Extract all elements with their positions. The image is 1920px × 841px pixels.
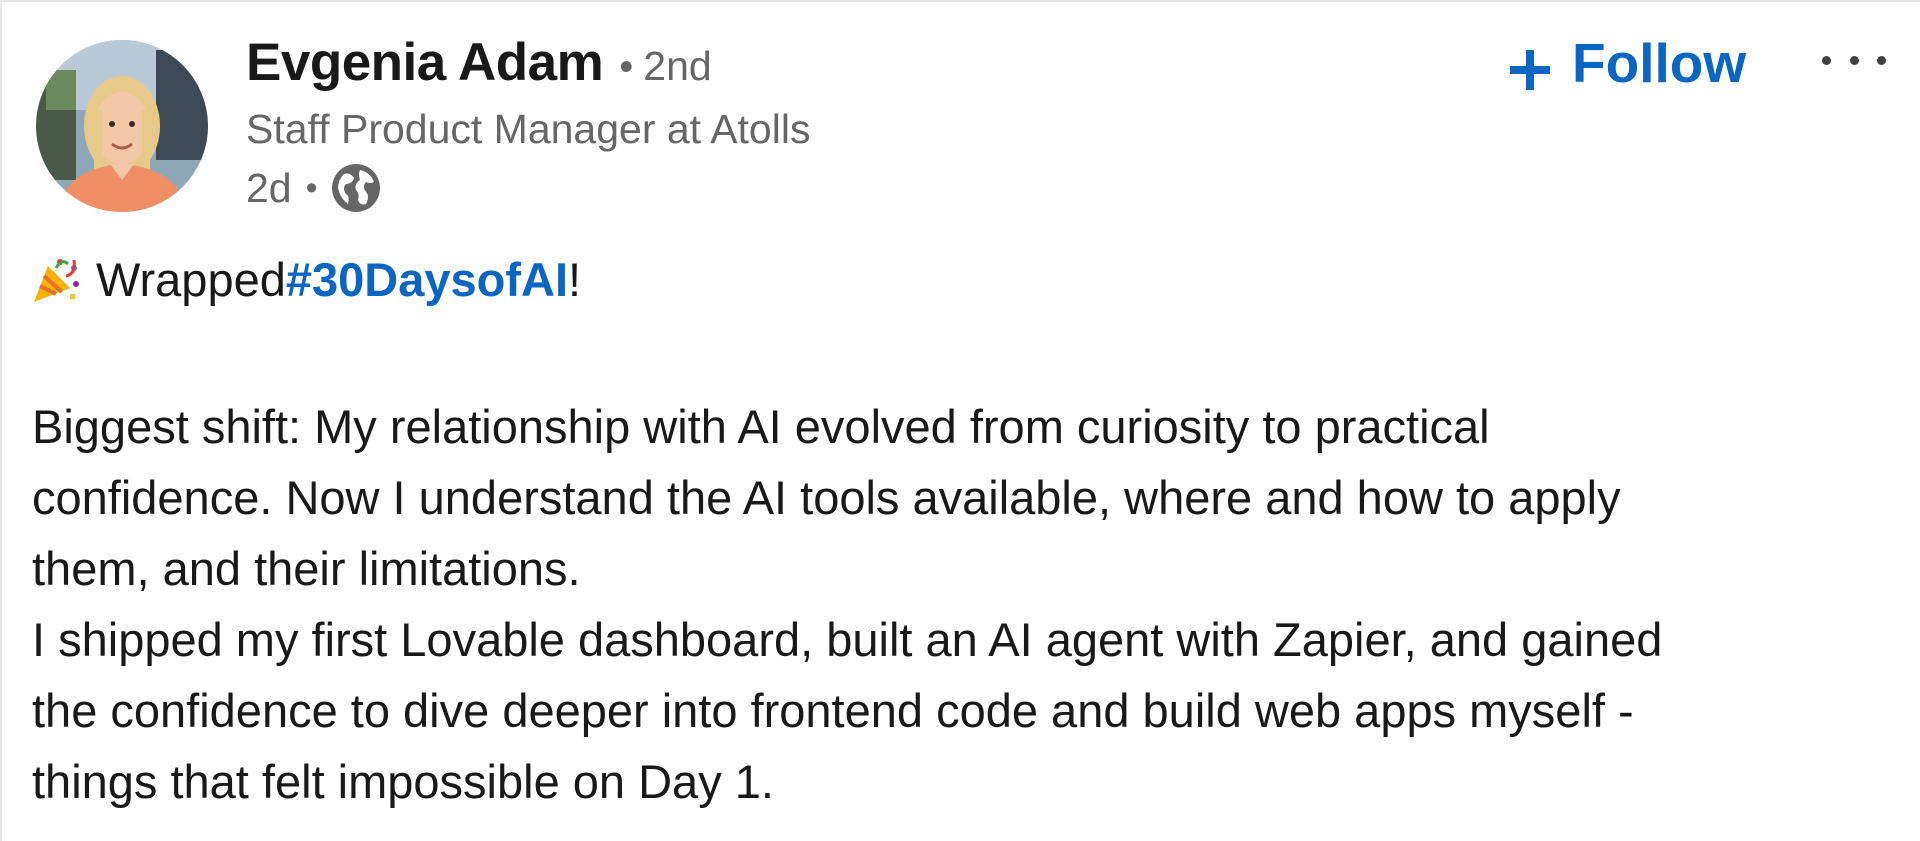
post-line: I shipped my first Lovable dashboard, bu… [32,613,1663,666]
separator-dot: • [305,168,318,207]
post-line: things that felt impossible on Day 1. [32,755,774,808]
follow-button[interactable]: Follow [1508,28,1746,98]
author-name[interactable]: Evgenia Adam [246,32,604,93]
globe-icon [330,162,382,214]
intro-suffix: ! [568,253,582,306]
author-headline: Staff Product Manager at Atolls [246,106,811,152]
feed-post: Evgenia Adam • 2nd Staff Product Manager… [0,0,1920,841]
profile-photo [36,40,208,212]
post-line: them, and their limitations. [32,542,581,595]
plus-icon [1508,41,1552,90]
post-meta: 2d • [246,162,382,214]
post-intro-line: Wrapped #30DaysofAI ! [30,252,581,307]
post-age[interactable]: 2d [246,165,292,212]
follow-label: Follow [1572,32,1747,94]
post-body: Biggest shift: My relationship with AI e… [32,391,1892,817]
post-line: confidence. Now I understand the AI tool… [32,471,1621,524]
separator-dot: • [619,45,634,89]
party-popper-icon [30,254,82,306]
ellipsis-icon [1849,55,1859,65]
author-name-line: Evgenia Adam • 2nd [246,32,712,93]
ellipsis-icon [1822,55,1831,65]
more-options-button[interactable] [1822,42,1886,78]
post-line: Biggest shift: My relationship with AI e… [32,400,1490,453]
intro-prefix: Wrapped [96,253,286,306]
ellipsis-icon [1877,55,1886,65]
connection-degree: 2nd [643,43,712,89]
author-avatar[interactable] [36,40,208,212]
post-line: the confidence to dive deeper into front… [32,684,1634,737]
hashtag-link[interactable]: #30DaysofAI [286,252,568,307]
